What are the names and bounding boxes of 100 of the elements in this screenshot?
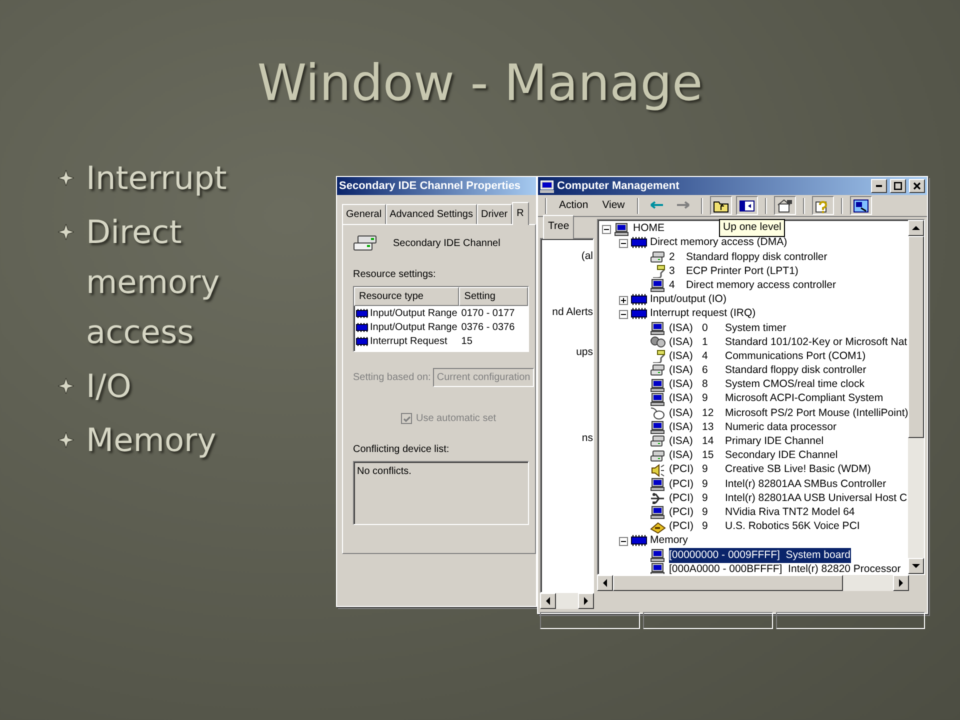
conflicts-text: No conflicts. xyxy=(357,466,412,477)
tree-item[interactable]: Standard 101/102-Key or Microsoft Nat xyxy=(725,334,908,350)
tab[interactable]: Tree xyxy=(543,215,574,239)
tree-item[interactable]: Primary IDE Channel xyxy=(725,434,824,450)
bus-label: (ISA) xyxy=(669,348,694,364)
cable-plug-icon xyxy=(650,265,666,278)
scroll-left-button[interactable] xyxy=(597,575,613,591)
tree-item[interactable]: ns xyxy=(541,431,593,444)
scroll-right-button[interactable] xyxy=(893,575,910,591)
scroll-up-button[interactable] xyxy=(908,220,924,236)
tree-item[interactable]: Direct memory access controller xyxy=(686,278,836,294)
drive-icon xyxy=(650,450,666,463)
left-arrow-icon xyxy=(545,597,551,605)
irq-number: 9 xyxy=(702,490,709,506)
diamond-bullet-icon xyxy=(58,378,74,394)
scrollbar-thumb[interactable] xyxy=(613,575,844,591)
irq-number: 3 xyxy=(669,264,676,279)
irq-number: 1 xyxy=(702,334,709,350)
section-label: Conflicting device list: xyxy=(353,443,450,457)
table-cell-text: 0170 - 0177 xyxy=(461,306,515,320)
tab[interactable]: Advanced Settings xyxy=(386,204,477,224)
chip-icon xyxy=(631,308,647,321)
tree-item[interactable]: Intel(r) 82801AA SMBus Controller xyxy=(725,476,886,492)
window-title: Secondary IDE Channel Properties xyxy=(339,178,521,194)
table-cell-text: 15 xyxy=(461,334,472,348)
scroll-down-button[interactable] xyxy=(908,558,924,574)
bus-label: (PCI) xyxy=(669,490,694,506)
scrollbar-thumb[interactable] xyxy=(908,236,924,438)
tree-item[interactable]: Input/output (IO) xyxy=(650,292,726,308)
right-arrow-icon xyxy=(898,579,904,587)
scroll-right-button[interactable] xyxy=(578,593,594,609)
irq-number: 9 xyxy=(702,462,709,478)
tree-item[interactable]: Standard floppy disk controller xyxy=(725,363,866,379)
tree-item[interactable]: ups xyxy=(541,345,593,358)
tree-item[interactable]: Microsoft ACPI-Compliant System xyxy=(725,391,884,408)
computer-icon xyxy=(650,421,666,434)
tree-item[interactable]: Memory xyxy=(650,533,688,550)
diamond-bullet-icon xyxy=(58,170,74,186)
tree-item[interactable]: [000A0000 - 000BFFFF] Intel(r) 82820 Processor xyxy=(669,562,901,574)
bus-label: (PCI) xyxy=(669,519,694,534)
tree-item[interactable]: Numeric data processor xyxy=(725,420,836,436)
tree-item[interactable]: Creative SB Live! Basic (WDM) xyxy=(725,462,871,478)
tree-item[interactable]: Microsoft PS/2 Port Mouse (IntelliPoint) xyxy=(725,406,908,422)
section-label: Resource settings: xyxy=(353,268,437,282)
tree-item[interactable]: HOME xyxy=(633,221,664,237)
tree-item[interactable]: Secondary IDE Channel xyxy=(725,448,838,464)
menu-item[interactable]: Action xyxy=(554,198,594,214)
tab[interactable]: General xyxy=(342,204,386,224)
bullet-text: Direct memory access xyxy=(86,212,221,353)
tree-item[interactable]: Communications Port (COM1) xyxy=(725,348,866,365)
expand-toggle[interactable] xyxy=(619,310,628,319)
irq-number: 9 xyxy=(702,476,709,492)
drive-icon xyxy=(650,435,666,448)
expand-toggle[interactable] xyxy=(619,238,628,248)
cable-plug-icon xyxy=(650,350,666,364)
tab[interactable]: R xyxy=(512,202,529,225)
irq-number: 13 xyxy=(702,420,715,435)
properties-button[interactable] xyxy=(774,196,796,215)
drive-icon xyxy=(650,250,666,264)
pane-toggle-icon xyxy=(738,198,755,212)
pane-toggle-button[interactable] xyxy=(736,196,758,215)
tree-item[interactable]: [00000000 - 0009FFFF] System board xyxy=(669,548,851,564)
expand-toggle[interactable] xyxy=(619,296,628,305)
expand-toggle[interactable] xyxy=(602,224,611,234)
chip-icon xyxy=(356,308,368,318)
bullet-text: Memory xyxy=(86,420,216,461)
irq-number: 12 xyxy=(702,406,715,421)
usb-icon xyxy=(650,492,666,506)
console-button[interactable] xyxy=(850,196,872,215)
tree-item[interactable]: U.S. Robotics 56K Voice PCI xyxy=(725,519,860,535)
computer-icon xyxy=(650,378,666,392)
tree-item[interactable]: System timer xyxy=(725,320,786,336)
bus-label: (ISA) xyxy=(669,391,694,406)
irq-number: 4 xyxy=(702,348,709,364)
gears-icon xyxy=(650,336,666,350)
table-cell-text: Input/Output Range xyxy=(370,320,458,334)
tree-item[interactable]: System CMOS/real time clock xyxy=(725,377,864,394)
tree-item[interactable]: Interrupt request (IRQ) xyxy=(650,306,756,322)
tree-item[interactable]: al) xyxy=(541,249,593,262)
chip-icon xyxy=(631,294,647,307)
device-name: Secondary IDE Channel xyxy=(393,236,500,250)
bus-label: (PCI) xyxy=(669,462,694,478)
tree-item[interactable]: ECP Printer Port (LPT1) xyxy=(686,264,798,280)
computer-icon xyxy=(650,392,666,406)
computer-icon xyxy=(650,506,666,520)
menu-item[interactable]: View xyxy=(597,198,630,214)
tree-item[interactable]: NVidia Riva TNT2 Model 64 xyxy=(725,504,855,521)
scroll-left-button[interactable] xyxy=(540,593,556,609)
down-arrow-icon xyxy=(912,563,920,569)
tree-item[interactable]: Standard floppy disk controller xyxy=(686,250,828,266)
tab[interactable]: Driver xyxy=(476,204,512,224)
folder-up-button[interactable] xyxy=(710,196,732,215)
column-header: Resource type xyxy=(354,287,460,306)
tooltip: Up one level xyxy=(719,219,786,237)
tree-item[interactable]: nd Alerts xyxy=(541,305,593,318)
help-button[interactable] xyxy=(812,196,834,215)
bullet-text: Interrupt xyxy=(86,158,227,199)
tree-item[interactable]: Intel(r) 82801AA USB Universal Host C xyxy=(725,490,908,507)
expand-toggle[interactable] xyxy=(619,536,628,546)
tree-item[interactable]: Direct memory access (DMA) xyxy=(650,235,788,252)
